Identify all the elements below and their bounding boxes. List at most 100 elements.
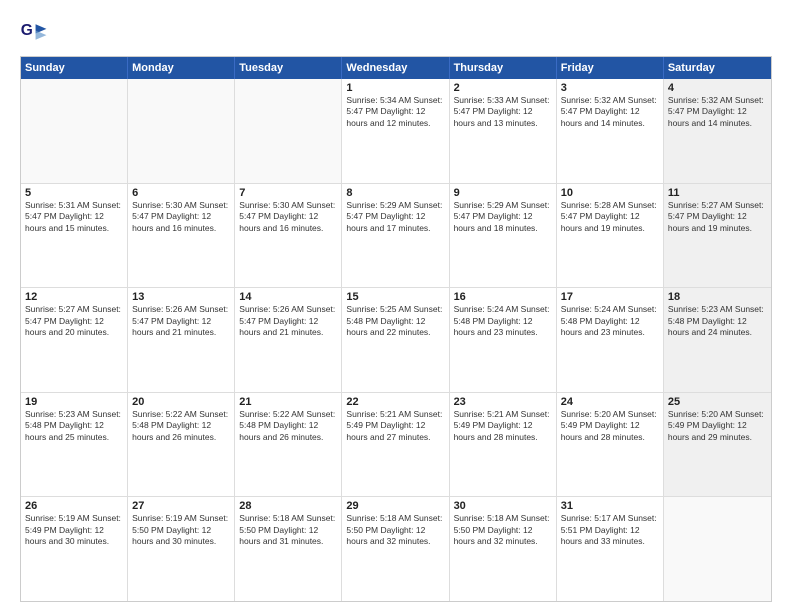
day-info: Sunrise: 5:34 AM Sunset: 5:47 PM Dayligh… [346, 95, 444, 129]
day-info: Sunrise: 5:17 AM Sunset: 5:51 PM Dayligh… [561, 513, 659, 547]
day-info: Sunrise: 5:30 AM Sunset: 5:47 PM Dayligh… [239, 200, 337, 234]
day-cell-28: 28Sunrise: 5:18 AM Sunset: 5:50 PM Dayli… [235, 497, 342, 601]
day-cell-25: 25Sunrise: 5:20 AM Sunset: 5:49 PM Dayli… [664, 393, 771, 497]
day-info: Sunrise: 5:23 AM Sunset: 5:48 PM Dayligh… [668, 304, 767, 338]
day-info: Sunrise: 5:22 AM Sunset: 5:48 PM Dayligh… [132, 409, 230, 443]
day-cell-17: 17Sunrise: 5:24 AM Sunset: 5:48 PM Dayli… [557, 288, 664, 392]
day-number: 1 [346, 82, 444, 94]
week-row-5: 26Sunrise: 5:19 AM Sunset: 5:49 PM Dayli… [21, 496, 771, 601]
day-header-monday: Monday [128, 57, 235, 79]
day-info: Sunrise: 5:20 AM Sunset: 5:49 PM Dayligh… [668, 409, 767, 443]
day-number: 22 [346, 396, 444, 408]
day-number: 28 [239, 500, 337, 512]
day-number: 12 [25, 291, 123, 303]
day-cell-empty [128, 79, 235, 183]
day-info: Sunrise: 5:26 AM Sunset: 5:47 PM Dayligh… [132, 304, 230, 338]
day-info: Sunrise: 5:28 AM Sunset: 5:47 PM Dayligh… [561, 200, 659, 234]
day-info: Sunrise: 5:31 AM Sunset: 5:47 PM Dayligh… [25, 200, 123, 234]
day-cell-4: 4Sunrise: 5:32 AM Sunset: 5:47 PM Daylig… [664, 79, 771, 183]
day-cell-30: 30Sunrise: 5:18 AM Sunset: 5:50 PM Dayli… [450, 497, 557, 601]
day-info: Sunrise: 5:32 AM Sunset: 5:47 PM Dayligh… [668, 95, 767, 129]
day-cell-15: 15Sunrise: 5:25 AM Sunset: 5:48 PM Dayli… [342, 288, 449, 392]
day-cell-20: 20Sunrise: 5:22 AM Sunset: 5:48 PM Dayli… [128, 393, 235, 497]
week-row-3: 12Sunrise: 5:27 AM Sunset: 5:47 PM Dayli… [21, 287, 771, 392]
day-info: Sunrise: 5:27 AM Sunset: 5:47 PM Dayligh… [25, 304, 123, 338]
day-cell-11: 11Sunrise: 5:27 AM Sunset: 5:47 PM Dayli… [664, 184, 771, 288]
day-info: Sunrise: 5:24 AM Sunset: 5:48 PM Dayligh… [454, 304, 552, 338]
day-cell-5: 5Sunrise: 5:31 AM Sunset: 5:47 PM Daylig… [21, 184, 128, 288]
day-number: 18 [668, 291, 767, 303]
day-number: 17 [561, 291, 659, 303]
day-number: 23 [454, 396, 552, 408]
day-info: Sunrise: 5:18 AM Sunset: 5:50 PM Dayligh… [454, 513, 552, 547]
day-number: 10 [561, 187, 659, 199]
day-header-saturday: Saturday [664, 57, 771, 79]
day-number: 13 [132, 291, 230, 303]
day-header-tuesday: Tuesday [235, 57, 342, 79]
day-number: 16 [454, 291, 552, 303]
day-info: Sunrise: 5:26 AM Sunset: 5:47 PM Dayligh… [239, 304, 337, 338]
day-cell-12: 12Sunrise: 5:27 AM Sunset: 5:47 PM Dayli… [21, 288, 128, 392]
day-cell-1: 1Sunrise: 5:34 AM Sunset: 5:47 PM Daylig… [342, 79, 449, 183]
day-cell-6: 6Sunrise: 5:30 AM Sunset: 5:47 PM Daylig… [128, 184, 235, 288]
logo-icon: G [20, 18, 48, 46]
calendar: SundayMondayTuesdayWednesdayThursdayFrid… [20, 56, 772, 602]
day-cell-23: 23Sunrise: 5:21 AM Sunset: 5:49 PM Dayli… [450, 393, 557, 497]
day-number: 26 [25, 500, 123, 512]
day-cell-10: 10Sunrise: 5:28 AM Sunset: 5:47 PM Dayli… [557, 184, 664, 288]
day-cell-8: 8Sunrise: 5:29 AM Sunset: 5:47 PM Daylig… [342, 184, 449, 288]
day-cell-2: 2Sunrise: 5:33 AM Sunset: 5:47 PM Daylig… [450, 79, 557, 183]
svg-text:G: G [21, 22, 33, 39]
day-cell-3: 3Sunrise: 5:32 AM Sunset: 5:47 PM Daylig… [557, 79, 664, 183]
day-header-wednesday: Wednesday [342, 57, 449, 79]
day-number: 21 [239, 396, 337, 408]
week-row-2: 5Sunrise: 5:31 AM Sunset: 5:47 PM Daylig… [21, 183, 771, 288]
day-info: Sunrise: 5:19 AM Sunset: 5:49 PM Dayligh… [25, 513, 123, 547]
day-cell-19: 19Sunrise: 5:23 AM Sunset: 5:48 PM Dayli… [21, 393, 128, 497]
day-info: Sunrise: 5:30 AM Sunset: 5:47 PM Dayligh… [132, 200, 230, 234]
day-cell-31: 31Sunrise: 5:17 AM Sunset: 5:51 PM Dayli… [557, 497, 664, 601]
day-header-friday: Friday [557, 57, 664, 79]
day-cell-27: 27Sunrise: 5:19 AM Sunset: 5:50 PM Dayli… [128, 497, 235, 601]
day-cell-16: 16Sunrise: 5:24 AM Sunset: 5:48 PM Dayli… [450, 288, 557, 392]
day-number: 29 [346, 500, 444, 512]
day-cell-empty [235, 79, 342, 183]
day-info: Sunrise: 5:20 AM Sunset: 5:49 PM Dayligh… [561, 409, 659, 443]
week-row-1: 1Sunrise: 5:34 AM Sunset: 5:47 PM Daylig… [21, 79, 771, 183]
day-number: 2 [454, 82, 552, 94]
day-info: Sunrise: 5:32 AM Sunset: 5:47 PM Dayligh… [561, 95, 659, 129]
day-number: 20 [132, 396, 230, 408]
day-number: 19 [25, 396, 123, 408]
day-info: Sunrise: 5:18 AM Sunset: 5:50 PM Dayligh… [239, 513, 337, 547]
day-number: 27 [132, 500, 230, 512]
header: G [20, 18, 772, 46]
day-info: Sunrise: 5:21 AM Sunset: 5:49 PM Dayligh… [346, 409, 444, 443]
day-cell-18: 18Sunrise: 5:23 AM Sunset: 5:48 PM Dayli… [664, 288, 771, 392]
week-row-4: 19Sunrise: 5:23 AM Sunset: 5:48 PM Dayli… [21, 392, 771, 497]
day-number: 6 [132, 187, 230, 199]
day-info: Sunrise: 5:19 AM Sunset: 5:50 PM Dayligh… [132, 513, 230, 547]
day-number: 31 [561, 500, 659, 512]
day-cell-22: 22Sunrise: 5:21 AM Sunset: 5:49 PM Dayli… [342, 393, 449, 497]
day-number: 9 [454, 187, 552, 199]
day-info: Sunrise: 5:29 AM Sunset: 5:47 PM Dayligh… [346, 200, 444, 234]
day-number: 5 [25, 187, 123, 199]
day-number: 7 [239, 187, 337, 199]
day-info: Sunrise: 5:27 AM Sunset: 5:47 PM Dayligh… [668, 200, 767, 234]
day-info: Sunrise: 5:18 AM Sunset: 5:50 PM Dayligh… [346, 513, 444, 547]
day-number: 8 [346, 187, 444, 199]
day-info: Sunrise: 5:23 AM Sunset: 5:48 PM Dayligh… [25, 409, 123, 443]
page: G SundayMondayTuesdayWednesdayThursdayFr… [0, 0, 792, 612]
day-number: 15 [346, 291, 444, 303]
day-cell-empty [21, 79, 128, 183]
day-number: 4 [668, 82, 767, 94]
day-info: Sunrise: 5:33 AM Sunset: 5:47 PM Dayligh… [454, 95, 552, 129]
day-info: Sunrise: 5:25 AM Sunset: 5:48 PM Dayligh… [346, 304, 444, 338]
day-cell-14: 14Sunrise: 5:26 AM Sunset: 5:47 PM Dayli… [235, 288, 342, 392]
day-cell-29: 29Sunrise: 5:18 AM Sunset: 5:50 PM Dayli… [342, 497, 449, 601]
day-number: 14 [239, 291, 337, 303]
day-header-thursday: Thursday [450, 57, 557, 79]
weeks: 1Sunrise: 5:34 AM Sunset: 5:47 PM Daylig… [21, 79, 771, 601]
logo: G [20, 18, 52, 46]
day-number: 3 [561, 82, 659, 94]
